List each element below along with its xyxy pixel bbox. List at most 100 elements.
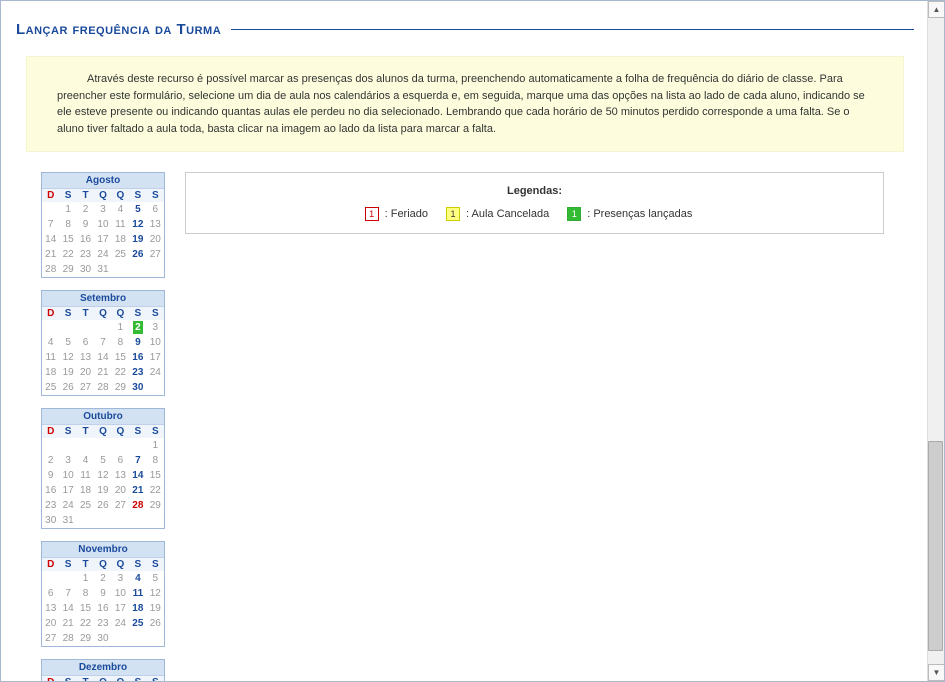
calendar-day[interactable]: 14	[129, 468, 146, 483]
calendar-day: 10	[94, 217, 111, 232]
calendar-day: 24	[94, 247, 111, 262]
legend-label: : Aula Cancelada	[466, 208, 549, 220]
calendar-day: 2	[42, 453, 59, 468]
calendar-day[interactable]: 21	[129, 483, 146, 498]
page-title: Lançar frequência da Turma	[16, 21, 914, 38]
calendar-day: 15	[77, 601, 94, 616]
calendar-day: 20	[77, 365, 94, 380]
calendar-day: 1	[112, 320, 129, 335]
weekday-header: S	[129, 307, 146, 320]
calendar-empty-cell	[94, 320, 111, 335]
calendar-title: Novembro	[42, 542, 164, 558]
calendar-day: 30	[94, 631, 111, 646]
calendar-title: Agosto	[42, 173, 164, 189]
calendar-day[interactable]: 7	[129, 453, 146, 468]
calendar-day: 15	[112, 350, 129, 365]
calendar-day: 11	[112, 217, 129, 232]
calendar-day[interactable]: 18	[129, 601, 146, 616]
calendar-day: 3	[112, 571, 129, 586]
calendar-day[interactable]: 5	[129, 202, 146, 217]
calendar-day: 24	[59, 498, 76, 513]
calendar-day: 14	[94, 350, 111, 365]
calendar: NovembroDSTQQSS1234567891011121314151617…	[41, 541, 165, 647]
calendar-grid: DSTQQSS123456789101112131415161718192021…	[42, 307, 164, 395]
scroll-thumb[interactable]	[928, 441, 943, 651]
calendar-title: Outubro	[42, 409, 164, 425]
calendar-day: 4	[112, 202, 129, 217]
calendar-day: 17	[94, 232, 111, 247]
calendar: SetembroDSTQQSS1234567891011121314151617…	[41, 290, 165, 396]
calendar-day[interactable]: 26	[129, 247, 146, 262]
weekday-header: S	[59, 676, 76, 681]
calendar-day: 15	[59, 232, 76, 247]
weekday-header: D	[42, 425, 59, 438]
vertical-scrollbar[interactable]: ▲ ▼	[927, 1, 944, 681]
calendar-day: 23	[77, 247, 94, 262]
content-scroll[interactable]: Lançar frequência da Turma Através deste…	[1, 1, 929, 681]
calendar-day: 9	[42, 468, 59, 483]
weekday-header: Q	[112, 676, 129, 681]
calendar-empty-cell	[59, 438, 76, 453]
weekday-header: D	[42, 558, 59, 571]
weekday-header: S	[147, 307, 164, 320]
calendar-day: 18	[42, 365, 59, 380]
calendar-column: AgostoDSTQQSS123456789101112131415161718…	[41, 172, 165, 681]
calendar-empty-cell	[42, 202, 59, 217]
calendar-day: 14	[59, 601, 76, 616]
calendar-day[interactable]: 12	[129, 217, 146, 232]
calendar-day: 25	[42, 380, 59, 395]
calendar-empty-cell	[129, 438, 146, 453]
weekday-header: D	[42, 307, 59, 320]
scroll-down-button[interactable]: ▼	[928, 664, 945, 681]
calendar-empty-cell	[77, 438, 94, 453]
calendar-day[interactable]: 9	[129, 335, 146, 350]
weekday-header: S	[147, 189, 164, 202]
calendar-day: 20	[42, 616, 59, 631]
calendar: DezembroDSTQQSS1234567891011121314151617…	[41, 659, 165, 681]
legend-label: : Presenças lançadas	[587, 208, 692, 220]
calendar-day[interactable]: 16	[129, 350, 146, 365]
weekday-header: T	[77, 558, 94, 571]
calendar-day: 30	[77, 262, 94, 277]
calendar-day: 31	[59, 513, 76, 528]
calendar-day: 1	[147, 438, 164, 453]
calendar-day[interactable]: 30	[129, 380, 146, 395]
calendar-day: 27	[77, 380, 94, 395]
calendar-day: 31	[94, 262, 111, 277]
weekday-header: S	[59, 425, 76, 438]
scroll-up-button[interactable]: ▲	[928, 1, 945, 18]
calendar-day[interactable]: 11	[129, 586, 146, 601]
calendar-day[interactable]: 23	[129, 365, 146, 380]
calendar-day[interactable]: 4	[129, 571, 146, 586]
calendar-day: 17	[112, 601, 129, 616]
calendar-day: 18	[77, 483, 94, 498]
calendar-day: 18	[112, 232, 129, 247]
weekday-header: Q	[94, 189, 111, 202]
calendar-day: 12	[94, 468, 111, 483]
weekday-header: S	[59, 558, 76, 571]
calendar-day: 13	[77, 350, 94, 365]
calendar-day[interactable]: 2	[129, 320, 146, 335]
calendar-day: 13	[147, 217, 164, 232]
app-frame: Lançar frequência da Turma Através deste…	[0, 0, 945, 682]
calendar-day: 5	[94, 453, 111, 468]
calendar-day: 29	[112, 380, 129, 395]
weekday-header: Q	[112, 307, 129, 320]
legend-label: : Feriado	[385, 208, 428, 220]
calendar-day: 10	[59, 468, 76, 483]
legend-row: 1: Feriado1: Aula Cancelada1: Presenças …	[206, 207, 863, 221]
weekday-header: S	[147, 425, 164, 438]
calendar-empty-cell	[59, 320, 76, 335]
calendar-day[interactable]: 25	[129, 616, 146, 631]
calendar-day: 20	[147, 232, 164, 247]
info-text: Através deste recurso é possível marcar …	[57, 71, 873, 137]
calendar-day: 17	[59, 483, 76, 498]
calendar-day: 24	[112, 616, 129, 631]
legend-swatch: 1	[567, 207, 581, 221]
calendar-day: 19	[147, 601, 164, 616]
calendar-day: 3	[94, 202, 111, 217]
calendar-day: 3	[59, 453, 76, 468]
weekday-header: Q	[94, 558, 111, 571]
calendar-empty-cell	[42, 571, 59, 586]
calendar-day[interactable]: 19	[129, 232, 146, 247]
